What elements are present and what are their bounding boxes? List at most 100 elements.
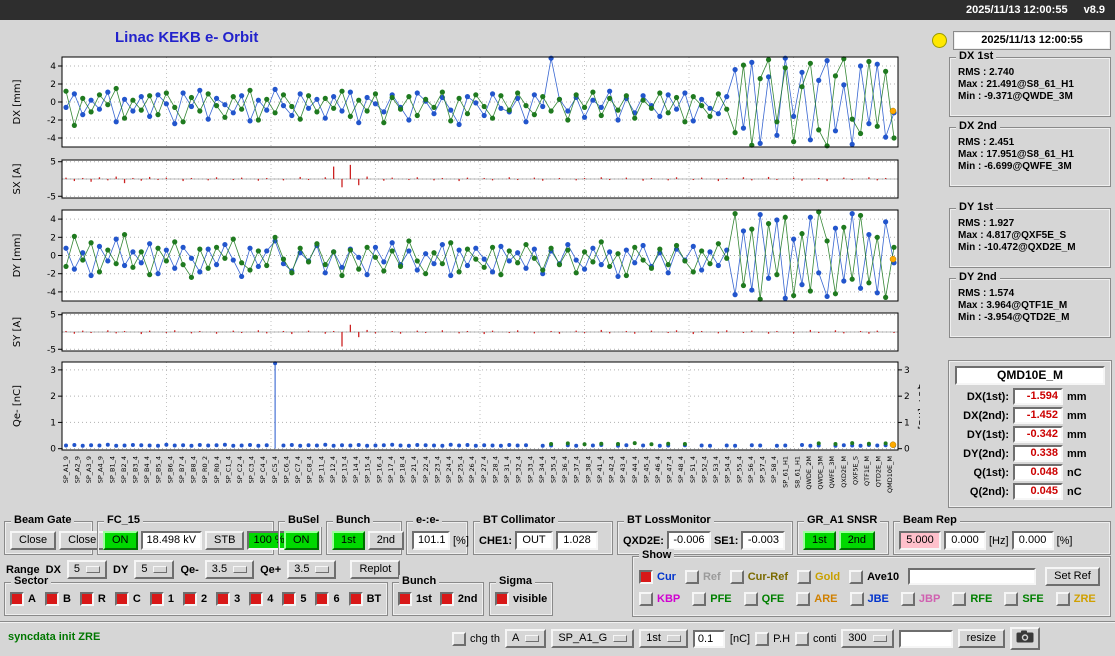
show-jbp-checkbox[interactable]: JBP <box>900 592 941 606</box>
stats-group-title: DY 2nd <box>956 271 1000 284</box>
show-gold-checkbox[interactable]: Gold <box>797 569 840 584</box>
bt-collimator-group-label: BT Collimator <box>480 514 559 527</box>
show-ref-checkbox[interactable]: Ref <box>684 569 721 584</box>
bpm-select-value: SP_A1_G <box>558 632 608 644</box>
range-dy-label: DY <box>113 563 129 576</box>
ph-label: P.H <box>773 632 791 645</box>
titlebar-version: v8.9 <box>1083 4 1105 16</box>
beam-gate-group: Beam Gate Close Close <box>4 514 106 555</box>
mode-dropdown[interactable]: A <box>504 629 547 648</box>
range-qep-dropdown[interactable]: 3.5 <box>287 560 337 579</box>
show-kbp-checkbox[interactable]: KBP <box>639 592 680 606</box>
sector-option-label: 6 <box>333 593 340 605</box>
bunch-show-2nd-checkbox[interactable]: 2nd <box>439 592 477 606</box>
range-dx-value: 5 <box>73 563 81 575</box>
dropdown-indicator <box>233 566 248 573</box>
checkbox-indicator <box>795 631 810 646</box>
bunch-2nd-button[interactable]: 2nd <box>367 531 405 550</box>
show-cur-ref-checkbox[interactable]: Cur-Ref <box>729 569 788 584</box>
beam-gate-close-button-1[interactable]: Close <box>10 531 57 550</box>
fc15-stb-button[interactable]: STB <box>205 531 245 550</box>
show-ave10-checkbox[interactable]: Ave10 <box>849 569 899 584</box>
range-qem-value: 3.5 <box>211 563 228 575</box>
bunch-1st-button[interactable]: 1st <box>332 531 365 550</box>
show-jbe-checkbox[interactable]: JBE <box>849 592 889 606</box>
gr-1st-button[interactable]: 1st <box>803 531 836 550</box>
show-qfe-checkbox[interactable]: QFE <box>743 592 784 606</box>
range-qep-label: Qe+ <box>260 563 282 576</box>
gr-2nd-button[interactable]: 2nd <box>838 531 876 550</box>
show-pfe-checkbox[interactable]: PFE <box>692 592 732 606</box>
sector-bt-checkbox[interactable]: BT <box>348 592 381 606</box>
ph-checkbox[interactable]: P.H <box>755 631 791 646</box>
show-row-1: Cur Ref Cur-Ref Gold Ave10 Set Ref <box>633 557 1110 586</box>
points-dropdown[interactable]: 300 <box>841 629 894 648</box>
sector-4-checkbox[interactable]: 4 <box>249 592 273 606</box>
show-rfe-checkbox[interactable]: RFE <box>952 592 992 606</box>
x-tick-label: SP_46_4 <box>654 456 662 483</box>
sector-r-checkbox[interactable]: R <box>79 592 106 606</box>
bpm-select-dropdown[interactable]: SP_A1_G <box>551 629 635 648</box>
resize-button[interactable]: resize <box>957 629 1005 648</box>
svg-text:1: 1 <box>904 418 910 428</box>
chg-th-checkbox[interactable]: chg th <box>452 631 500 646</box>
x-tick-label: SP_C1_4 <box>224 456 232 483</box>
sector-option-label: 5 <box>300 593 307 605</box>
camera-icon <box>1016 630 1034 643</box>
sector-a-checkbox[interactable]: A <box>10 592 36 606</box>
bpm-row-dy-2nd: DY(2nd): 0.338 mm <box>953 445 1107 462</box>
show-group-label: Show <box>639 549 675 562</box>
set-ref-button[interactable]: Set Ref <box>1045 567 1100 586</box>
bpm-row-label: Q(2nd): <box>969 485 1009 498</box>
checkbox-indicator <box>639 569 653 584</box>
stats-group-dy-1st: DY 1st RMS : 1.927 Max : 4.817@QXF5E_S Min … <box>949 201 1111 268</box>
show-are-checkbox[interactable]: ARE <box>796 592 838 606</box>
bunch-show-1st-checkbox[interactable]: 1st <box>398 592 432 606</box>
screenshot-button[interactable] <box>1009 627 1040 650</box>
range-dx-dropdown[interactable]: 5 <box>66 560 108 579</box>
show-zre-checkbox[interactable]: ZRE <box>1055 592 1096 606</box>
svg-text:-5: -5 <box>47 192 56 202</box>
fc15-on-button[interactable]: ON <box>103 531 138 550</box>
show-sfe-checkbox[interactable]: SFE <box>1004 592 1044 606</box>
sector-c-checkbox[interactable]: C <box>114 592 141 606</box>
ee-ratio-group: e-:e- 101.1 [%] <box>406 514 469 555</box>
x-tick-label: SP_11_4 <box>317 456 325 483</box>
range-dy-dropdown[interactable]: 5 <box>134 560 175 579</box>
sector-6-checkbox[interactable]: 6 <box>315 592 340 606</box>
points-value: 300 <box>848 632 867 644</box>
bpm-row-label: DX(2nd): <box>963 409 1009 422</box>
x-tick-label: SP_21_4 <box>410 456 418 483</box>
conti-checkbox[interactable]: conti <box>795 631 836 646</box>
sector-2-checkbox[interactable]: 2 <box>182 592 207 606</box>
dropdown-indicator <box>613 635 628 642</box>
checkbox-indicator <box>439 592 454 606</box>
sector-b-checkbox[interactable]: B <box>44 592 71 606</box>
checkbox-indicator <box>729 569 744 584</box>
beam-rep-v3-display: 0.000 <box>1011 531 1054 550</box>
ref-name-input[interactable] <box>908 568 1037 585</box>
x-tick-label: SP_B5_4 <box>155 456 163 483</box>
threshold-input[interactable] <box>692 629 725 648</box>
replot-button[interactable]: Replot <box>350 560 401 579</box>
busel-on-button[interactable]: ON <box>284 531 319 550</box>
svg-text:2: 2 <box>50 80 56 90</box>
x-tick-label: SP_C2_4 <box>236 456 244 483</box>
range-qem-dropdown[interactable]: 3.5 <box>204 560 255 579</box>
aux-input[interactable] <box>898 629 953 648</box>
x-tick-label: SP_C6_4 <box>282 456 290 483</box>
checkbox-indicator <box>10 592 24 606</box>
sector-1-checkbox[interactable]: 1 <box>149 592 174 606</box>
sigma-group: Sigma visible <box>489 575 553 616</box>
sigma-visible-checkbox[interactable]: visible <box>495 592 547 606</box>
bpm-row-q-1st: Q(1st): 0.048 nC <box>953 464 1107 481</box>
bunch-select-dropdown[interactable]: 1st <box>639 629 688 648</box>
svg-text:-2: -2 <box>47 270 56 280</box>
x-tick-label: SP_32_4 <box>515 456 523 483</box>
sector-5-checkbox[interactable]: 5 <box>282 592 306 606</box>
checkbox-indicator <box>348 592 363 606</box>
show-option-label: JBP <box>918 593 941 605</box>
sector-3-checkbox[interactable]: 3 <box>216 592 240 606</box>
show-cur-checkbox[interactable]: Cur <box>639 569 676 584</box>
x-tick-label: SP_B8_4 <box>190 456 198 483</box>
